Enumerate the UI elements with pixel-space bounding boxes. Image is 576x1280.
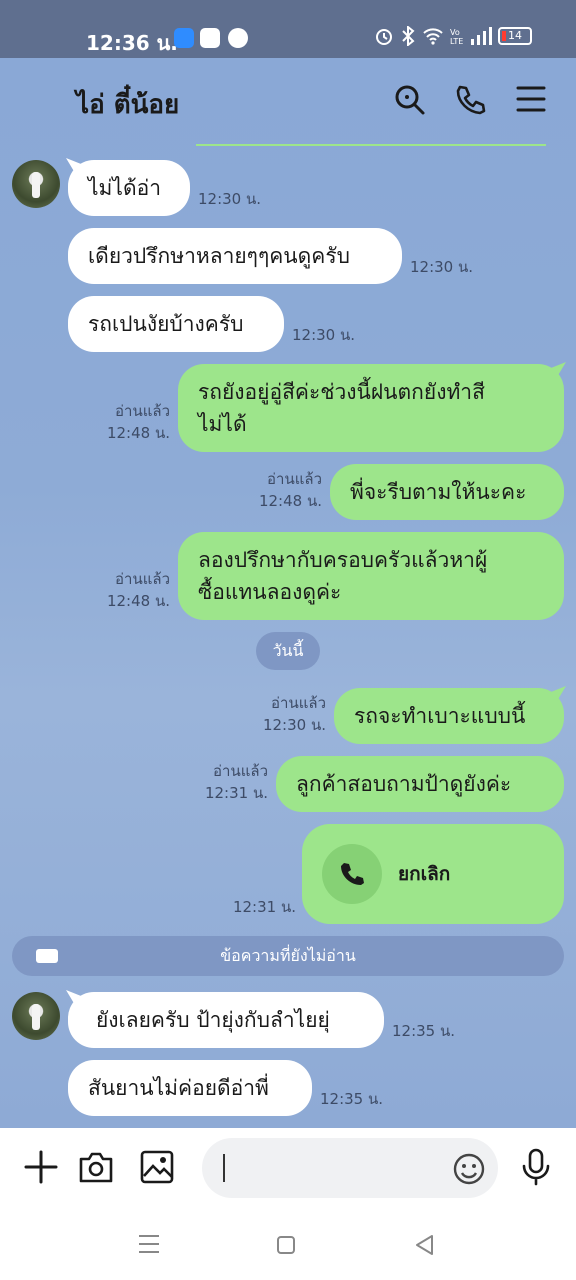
unread-divider: ข้อความที่ยังไม่อ่าน xyxy=(12,936,564,976)
message-time: 12:48 น. xyxy=(258,492,322,510)
recent-apps-icon[interactable] xyxy=(138,1234,160,1254)
emoji-icon[interactable] xyxy=(452,1152,486,1186)
search-icon[interactable] xyxy=(394,84,426,116)
message-time: 12:30 น. xyxy=(292,326,356,344)
home-icon[interactable] xyxy=(276,1235,296,1255)
bluetooth-icon xyxy=(402,26,415,46)
call-status-label: ยกเลิก xyxy=(398,863,451,885)
call-message[interactable]: ยกเลิก xyxy=(302,824,564,924)
header-divider xyxy=(196,144,546,146)
avatar[interactable] xyxy=(12,160,60,208)
message-time: 12:30 น. xyxy=(262,716,326,734)
image-icon[interactable] xyxy=(140,1150,174,1184)
text-caret xyxy=(223,1154,225,1182)
alarm-icon xyxy=(376,29,392,45)
shopee-icon xyxy=(200,28,220,48)
message-text: สันยานไม่ค่อยดีอ่าพี่ xyxy=(88,1076,269,1100)
message-text-line: ลองปรึกษากับครอบครัวแล้วหาผู้ xyxy=(198,548,488,572)
message-text: รถจะทำเบาะแบบนี้ xyxy=(354,704,526,728)
signal-icon xyxy=(471,27,492,45)
message-time: 12:35 น. xyxy=(392,1022,456,1040)
message-meta: อ่านแล้ว 12:48 น. xyxy=(100,400,170,444)
message-meta: อ่านแล้ว 12:31 น. xyxy=(196,760,268,804)
read-receipt: อ่านแล้ว xyxy=(115,570,170,588)
incoming-message[interactable]: ไม่ได้อ่า xyxy=(68,160,190,216)
avatar[interactable] xyxy=(12,992,60,1040)
status-bar: 12:36 น. Vo LTE 14 xyxy=(0,0,576,58)
message-time: 12:30 น. xyxy=(198,190,262,208)
message-meta: อ่านแล้ว 12:30 น. xyxy=(254,692,326,736)
outgoing-message[interactable]: ลองปรึกษากับครอบครัวแล้วหาผู้ ซื้อแทนลอง… xyxy=(178,532,564,620)
app-icon xyxy=(174,28,194,48)
message-text: พี่จะรีบตามให้นะคะ xyxy=(350,480,527,504)
date-separator: วันนี้ xyxy=(256,632,320,670)
camera-icon[interactable] xyxy=(78,1150,114,1184)
outgoing-message[interactable]: ลูกค้าสอบถามป้าดูยังค่ะ xyxy=(276,756,564,812)
battery-icon: 14 xyxy=(498,27,532,45)
plus-icon[interactable] xyxy=(24,1150,58,1184)
incoming-message[interactable]: สันยานไม่ค่อยดีอ่าพี่ xyxy=(68,1060,312,1116)
message-text-line: ไม่ได้ xyxy=(198,412,247,436)
incoming-message[interactable]: ยังเลยครับ ป้ายุ่งกับลำไยยุ่ xyxy=(68,992,384,1048)
read-receipt: อ่านแล้ว xyxy=(115,402,170,420)
message-text: เดียวปรึกษาหลายๆๆคนดูครับ xyxy=(88,244,350,268)
chat-title[interactable]: ไอ่ ตี๋น้อย xyxy=(76,84,179,125)
volte-icon: VoLTE xyxy=(450,28,463,46)
tag-icon xyxy=(36,949,58,963)
message-text: ลูกค้าสอบถามป้าดูยังค่ะ xyxy=(296,772,512,796)
wifi-icon xyxy=(423,28,443,45)
menu-icon[interactable] xyxy=(516,84,546,114)
unread-label: ข้อความที่ยังไม่อ่าน xyxy=(220,945,356,965)
call-button[interactable] xyxy=(322,844,382,904)
read-receipt: อ่านแล้ว xyxy=(271,694,326,712)
status-icons: Vo LTE 14 xyxy=(374,26,532,46)
battery-level: 14 xyxy=(508,29,522,42)
incoming-message[interactable]: รถเปนงัยบ้างครับ xyxy=(68,296,284,352)
message-time: 12:30 น. xyxy=(410,258,474,276)
outgoing-message[interactable]: รถยังอยู่อู่สีค่ะช่วงนี้ฝนตกยังทำสี ไม่ไ… xyxy=(178,364,564,452)
message-text: รถเปนงัยบ้างครับ xyxy=(88,312,244,336)
read-receipt: อ่านแล้ว xyxy=(267,470,322,488)
message-time: 12:31 น. xyxy=(204,784,268,802)
message-text-line: รถยังอยู่อู่สีค่ะช่วงนี้ฝนตกยังทำสี xyxy=(198,380,485,404)
message-meta: อ่านแล้ว 12:48 น. xyxy=(250,468,322,512)
phone-icon xyxy=(341,863,364,885)
message-time: 12:31 น. xyxy=(232,898,296,916)
message-text-line: ซื้อแทนลองดูค่ะ xyxy=(198,580,342,604)
status-time: 12:36 น. xyxy=(86,31,178,55)
message-time: 12:48 น. xyxy=(106,592,170,610)
message-text: ไม่ได้อ่า xyxy=(88,176,162,200)
message-time: 12:48 น. xyxy=(106,424,170,442)
phone-icon[interactable] xyxy=(454,84,486,116)
outgoing-message[interactable]: พี่จะรีบตามให้นะคะ xyxy=(330,464,564,520)
svg-text:LTE: LTE xyxy=(450,37,463,46)
back-nav-icon[interactable] xyxy=(414,1234,434,1256)
outgoing-message[interactable]: รถจะทำเบาะแบบนี้ xyxy=(334,688,564,744)
message-text: ยังเลยครับ ป้ายุ่งกับลำไยยุ่ xyxy=(96,1008,330,1032)
svg-text:Vo: Vo xyxy=(450,28,460,37)
message-time: 12:35 น. xyxy=(320,1090,384,1108)
incoming-message[interactable]: เดียวปรึกษาหลายๆๆคนดูครับ xyxy=(68,228,402,284)
line-icon xyxy=(228,28,248,48)
message-meta: อ่านแล้ว 12:48 น. xyxy=(100,568,170,612)
microphone-icon[interactable] xyxy=(520,1148,552,1186)
read-receipt: อ่านแล้ว xyxy=(213,762,268,780)
